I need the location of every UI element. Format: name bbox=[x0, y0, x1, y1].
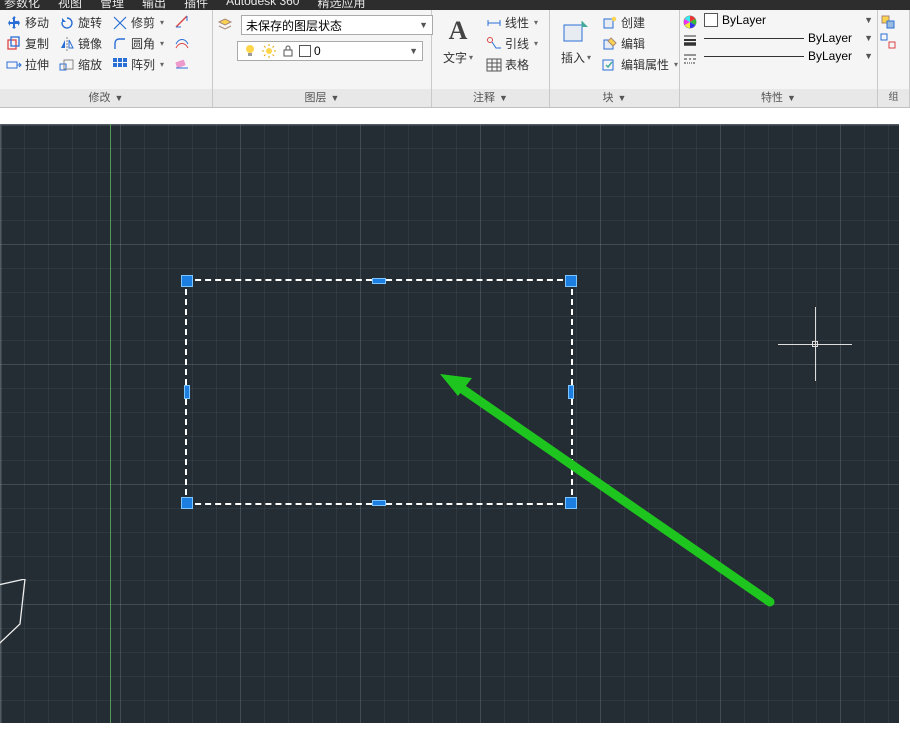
panel-annotation: A 文字▾ 线性▾ 引线▾ 表格 注释▼ bbox=[432, 10, 550, 107]
panel-title-groups: 组 bbox=[878, 89, 909, 107]
menu-parametric[interactable]: 参数化 bbox=[4, 0, 40, 10]
grip-top-left[interactable] bbox=[181, 275, 193, 287]
trim-icon bbox=[112, 15, 128, 31]
panel-groups: 组 bbox=[878, 10, 910, 107]
lock-icon bbox=[280, 43, 296, 59]
lineweight-sample bbox=[704, 38, 804, 39]
table-icon bbox=[486, 57, 502, 73]
color-dropdown[interactable]: ByLayer▼ bbox=[700, 12, 877, 28]
grip-bottom-left[interactable] bbox=[181, 497, 193, 509]
menu-view[interactable]: 视图 bbox=[58, 0, 82, 10]
group-icon[interactable] bbox=[880, 14, 896, 30]
linetype-sample bbox=[704, 56, 804, 57]
leader-icon bbox=[486, 36, 502, 52]
panel-title-modify[interactable]: 修改▼ bbox=[0, 89, 212, 107]
scale-icon bbox=[59, 57, 75, 73]
panel-modify: 移动 复制 拉伸 旋转 镜像 bbox=[0, 10, 213, 107]
menu-output[interactable]: 输出 bbox=[142, 0, 166, 10]
selected-rectangle[interactable] bbox=[185, 279, 573, 505]
move-icon bbox=[6, 15, 22, 31]
erase-icon bbox=[174, 54, 190, 70]
menu-featured[interactable]: 精选应用 bbox=[317, 0, 365, 10]
layer-current-dropdown[interactable]: 0 ▼ bbox=[237, 41, 423, 61]
menu-manage[interactable]: 管理 bbox=[100, 0, 124, 10]
grip-right-mid[interactable] bbox=[568, 385, 574, 399]
array-button[interactable]: 阵列▾ bbox=[110, 55, 166, 74]
block-attr-button[interactable]: 编辑属性▾ bbox=[600, 55, 680, 74]
text-button[interactable]: A 文字▾ bbox=[436, 13, 480, 66]
drawing-canvas[interactable] bbox=[0, 124, 899, 723]
panel-properties: ByLayer▼ ByLayer▼ ByLayer▼ 特性▼ bbox=[680, 10, 878, 107]
linetype-icon[interactable] bbox=[682, 50, 698, 66]
move-button[interactable]: 移动 bbox=[4, 13, 51, 32]
panel-title-annotation[interactable]: 注释▼ bbox=[432, 89, 549, 107]
trim-button[interactable]: 修剪▾ bbox=[110, 13, 166, 32]
ribbon: 移动 复制 拉伸 旋转 镜像 bbox=[0, 10, 910, 108]
stretch-button[interactable]: 拉伸 bbox=[4, 55, 51, 74]
mirror-icon bbox=[59, 36, 75, 52]
explode-button[interactable] bbox=[172, 13, 192, 31]
grip-top-right[interactable] bbox=[565, 275, 577, 287]
grip-bottom-mid[interactable] bbox=[372, 500, 386, 506]
partial-shape bbox=[0, 579, 40, 659]
erase-button[interactable] bbox=[172, 53, 192, 71]
panel-title-properties[interactable]: 特性▼ bbox=[680, 89, 877, 107]
fillet-icon bbox=[112, 36, 128, 52]
scale-button[interactable]: 缩放 bbox=[57, 55, 104, 74]
fillet-button[interactable]: 圆角▾ bbox=[110, 34, 166, 53]
layer-state-dropdown[interactable]: 未保存的图层状态▼ bbox=[241, 15, 433, 35]
menu-autodesk360[interactable]: Autodesk 360 bbox=[226, 0, 299, 8]
ungroup-icon[interactable] bbox=[880, 33, 896, 49]
y-axis bbox=[110, 124, 111, 723]
linetype-dropdown[interactable]: ByLayer▼ bbox=[700, 48, 877, 64]
array-icon bbox=[112, 57, 128, 73]
grip-bottom-right[interactable] bbox=[565, 497, 577, 509]
create-icon bbox=[602, 15, 618, 31]
block-edit-button[interactable]: 编辑 bbox=[600, 34, 680, 53]
grip-left-mid[interactable] bbox=[184, 385, 190, 399]
panel-title-block[interactable]: 块▼ bbox=[550, 89, 679, 107]
linear-dim-button[interactable]: 线性▾ bbox=[484, 13, 540, 32]
layerprop-icon[interactable] bbox=[217, 17, 233, 33]
lineweight-dropdown[interactable]: ByLayer▼ bbox=[700, 30, 877, 46]
menubar: 参数化 视图 管理 输出 插件 Autodesk 360 精选应用 bbox=[0, 0, 910, 10]
block-create-button[interactable]: 创建 bbox=[600, 13, 680, 32]
insert-button[interactable]: 插入▾ bbox=[554, 13, 598, 66]
chamfer-icon bbox=[174, 14, 190, 30]
lightbulb-icon bbox=[242, 43, 258, 59]
grip-top-mid[interactable] bbox=[372, 278, 386, 284]
panel-block: 插入▾ 创建 编辑 编辑属性▾ 块▼ bbox=[550, 10, 680, 107]
mirror-button[interactable]: 镜像 bbox=[57, 34, 104, 53]
copy-icon bbox=[6, 36, 22, 52]
layer-color-swatch bbox=[299, 45, 311, 57]
stretch-icon bbox=[6, 57, 22, 73]
colorwheel-icon[interactable] bbox=[682, 14, 698, 30]
color-swatch bbox=[704, 13, 718, 27]
panel-title-layers[interactable]: 图层▼ bbox=[213, 89, 431, 107]
rotate-button[interactable]: 旋转 bbox=[57, 13, 104, 32]
menu-plugins[interactable]: 插件 bbox=[184, 0, 208, 10]
panel-layers: 未保存的图层状态▼ 0 ▼ 图层▼ bbox=[213, 10, 432, 107]
editattr-icon bbox=[602, 57, 618, 73]
edit-icon bbox=[602, 36, 618, 52]
lineweight-icon[interactable] bbox=[682, 32, 698, 48]
rotate-icon bbox=[59, 15, 75, 31]
leader-button[interactable]: 引线▾ bbox=[484, 34, 540, 53]
offset-icon bbox=[174, 34, 190, 50]
offset-button[interactable] bbox=[172, 33, 192, 51]
sun-icon bbox=[261, 43, 277, 59]
table-button[interactable]: 表格 bbox=[484, 55, 540, 74]
canvas-area bbox=[0, 108, 910, 731]
copy-button[interactable]: 复制 bbox=[4, 34, 51, 53]
linear-icon bbox=[486, 15, 502, 31]
